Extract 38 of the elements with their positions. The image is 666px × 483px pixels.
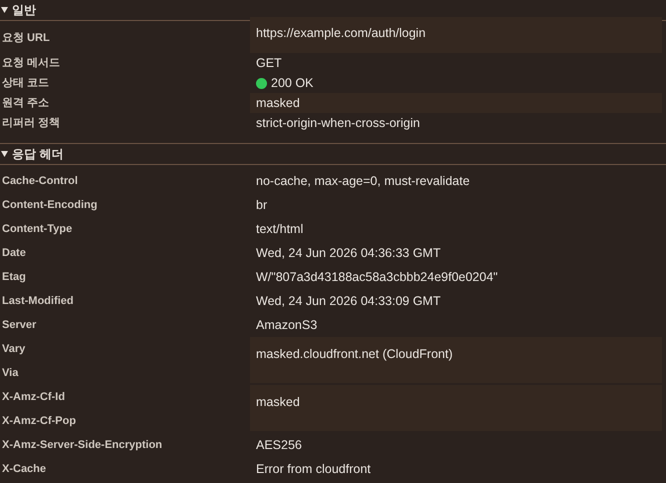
header-name: 상태 코드 bbox=[1, 76, 50, 91]
disclosure-triangle-icon[interactable] bbox=[1, 7, 8, 13]
header-name: Content-Encoding bbox=[1, 198, 98, 213]
header-value: no-cache, max-age=0, must-revalidate bbox=[255, 173, 471, 190]
header-name: Via bbox=[1, 366, 20, 381]
header-name: 리퍼러 정책 bbox=[1, 116, 62, 131]
header-name: X-Amz-Cf-Id bbox=[1, 390, 66, 405]
header-value: Wed, 24 Jun 2026 04:33:09 GMT bbox=[255, 293, 442, 310]
disclosure-triangle-icon[interactable] bbox=[1, 151, 8, 157]
header-name: Content-Type bbox=[1, 222, 74, 237]
header-value: Error from cloudfront bbox=[255, 461, 372, 478]
header-name: 요청 메서드 bbox=[1, 56, 62, 71]
masked-value-box: https://example.com/auth/login bbox=[250, 17, 662, 53]
header-name: Server bbox=[1, 318, 38, 333]
section-title: 일반 bbox=[12, 2, 36, 18]
masked-value-box: masked bbox=[250, 385, 662, 431]
header-name: Etag bbox=[1, 270, 27, 285]
header-value: text/html bbox=[255, 221, 304, 238]
header-name: X-Cache bbox=[1, 462, 48, 477]
header-name: 요청 URL bbox=[1, 31, 51, 46]
header-name: Date bbox=[1, 246, 27, 261]
header-name: X-Amz-Cf-Pop bbox=[1, 414, 77, 429]
header-value: 200 OK bbox=[250, 73, 662, 93]
header-value: GET bbox=[255, 55, 283, 72]
section-title: 응답 헤더 bbox=[12, 146, 64, 162]
header-value: AES256 bbox=[255, 437, 303, 454]
header-name: Cache-Control bbox=[1, 174, 79, 189]
header-value: Wed, 24 Jun 2026 04:36:33 GMT bbox=[255, 245, 442, 262]
header-name: Vary bbox=[1, 342, 26, 357]
header-value: br bbox=[255, 197, 268, 214]
header-value: strict-origin-when-cross-origin bbox=[255, 115, 421, 132]
header-name: 원격 주소 bbox=[1, 96, 50, 111]
masked-value-box: masked.cloudfront.net (CloudFront) bbox=[250, 337, 662, 383]
header-value: AmazonS3 bbox=[255, 317, 318, 334]
header-value: W/"807a3d43188ac58a3cbbb24e9f0e0204" bbox=[255, 269, 499, 286]
masked-value-box: masked bbox=[250, 93, 662, 113]
header-name: Last-Modified bbox=[1, 294, 74, 309]
header-name: X-Amz-Server-Side-Encryption bbox=[1, 438, 164, 453]
